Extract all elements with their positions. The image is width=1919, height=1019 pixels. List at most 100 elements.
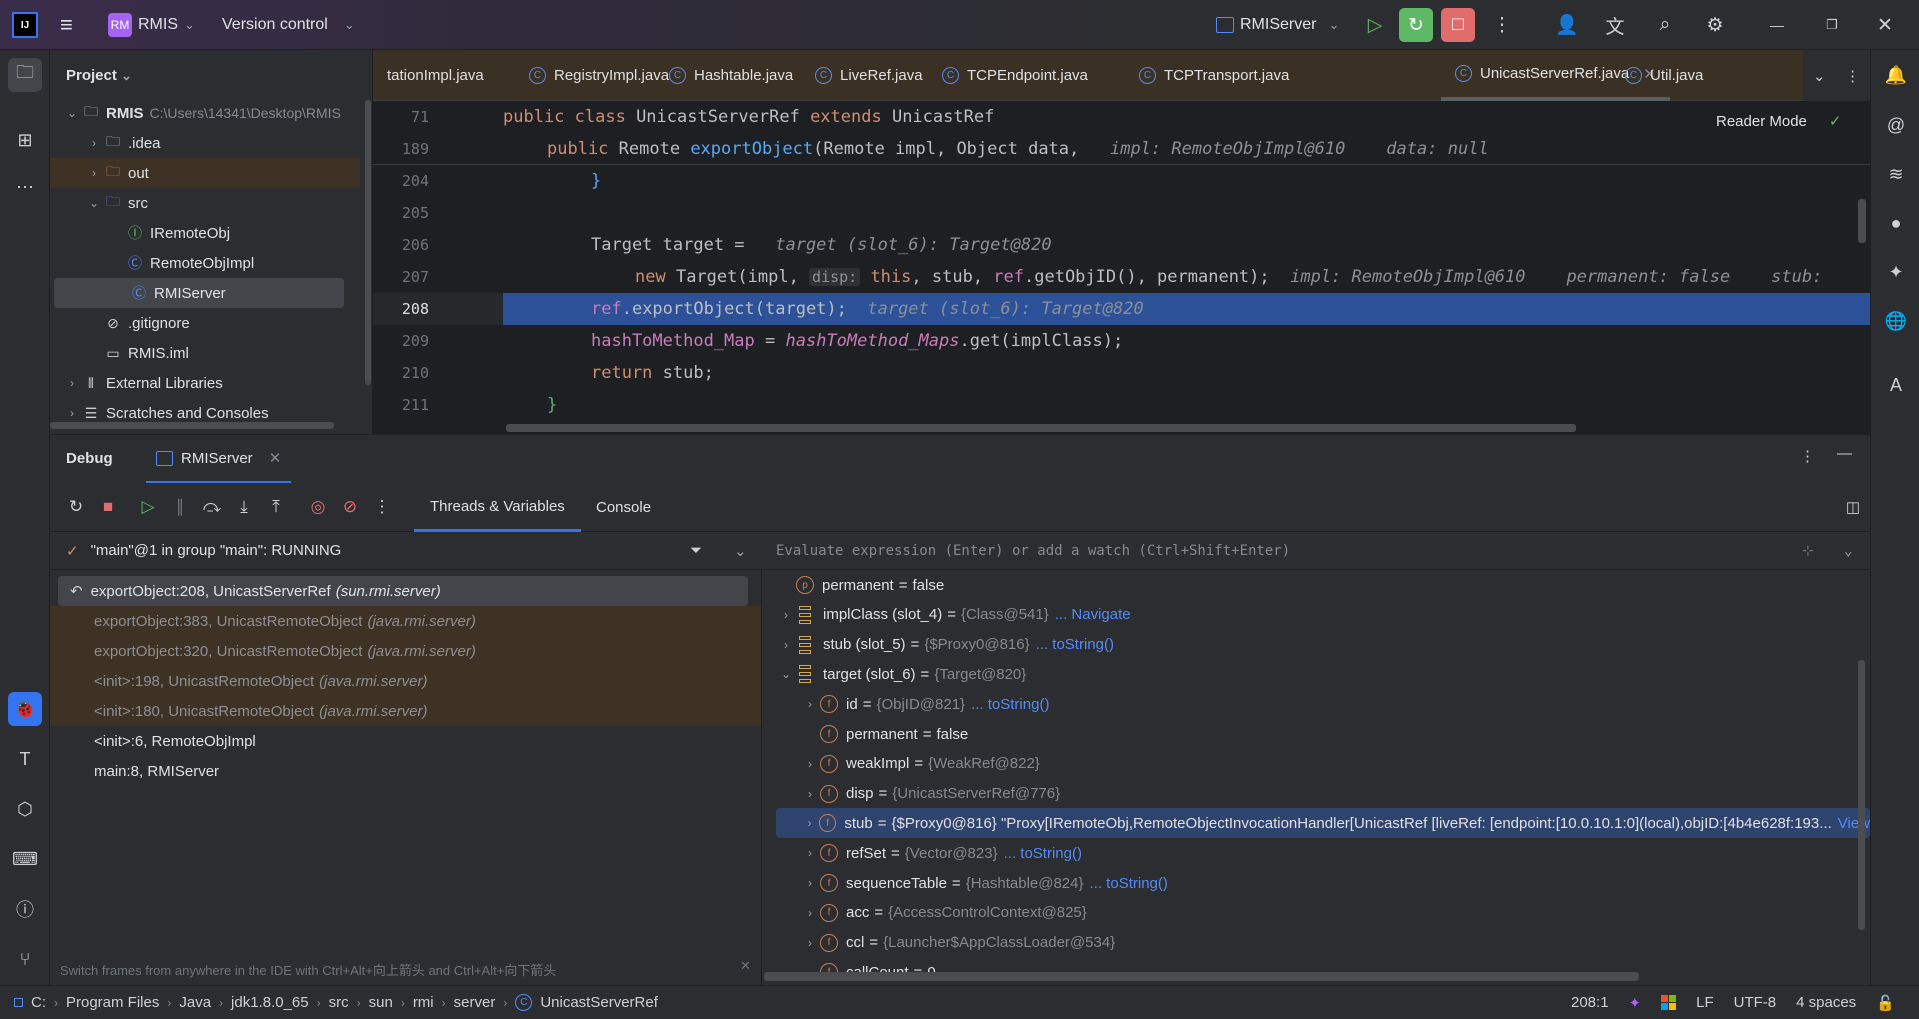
editor-tab[interactable]: C LiveRef.java [801,50,937,101]
mute-breakpoints-icon[interactable]: ⊘ [336,493,364,521]
windows-logo-icon[interactable] [1661,995,1677,1010]
project-switcher[interactable]: RM RMIS ⌄ [108,0,195,50]
debug-bug-icon[interactable]: 🐞 [8,692,42,726]
breadcrumb-item[interactable]: C: › [14,994,58,1011]
file-encoding[interactable]: UTF-8 [1734,994,1777,1011]
variable-link[interactable]: View [1838,815,1870,832]
stack-frame[interactable]: exportObject:320, UnicastRemoteObject (ja… [50,636,761,666]
step-into-icon[interactable]: ⤓ [230,493,258,521]
close-window-icon[interactable]: ✕ [1868,8,1902,42]
chevron-right-icon[interactable]: › [64,376,80,390]
chevron-right-icon[interactable]: › [800,846,820,860]
tree-item[interactable]: › ⫴ External Libraries [50,368,360,398]
project-hscrollbar[interactable] [50,422,334,429]
tree-item[interactable]: ▭ RMIS.iml [50,338,360,368]
hide-panel-icon[interactable]: — [1837,445,1852,462]
code-line[interactable]: 204} [373,165,1870,197]
tabs-more-icon[interactable]: ⋮ [1845,67,1860,85]
variable-row[interactable]: › f sequenceTable = {Hashtable@824} ... toStr… [762,868,1862,898]
build-hammer-icon[interactable]: T [8,742,42,776]
plugin-icon[interactable]: ✦ [1879,255,1913,289]
tree-item[interactable]: Ⓘ IRemoteObj [50,218,360,248]
editor-tab[interactable]: tationImpl.java [373,50,498,101]
run-config-selector[interactable]: RMIServer ⌄ [1216,0,1339,50]
git-icon[interactable]: ⑂ [8,942,42,976]
chevron-right-icon[interactable]: › [800,936,820,950]
code-line[interactable]: 71 public class UnicastServerRef extends … [373,101,1870,133]
tree-item[interactable]: › 🗀 out [50,158,360,188]
code-line[interactable]: 209 hashToMethod_Map = hashToMethod_Maps.… [373,325,1870,357]
plugin-status-icon[interactable]: ✦ [1629,994,1642,1012]
variable-row[interactable]: › f id = {ObjID@821} ... toString() [762,689,1862,719]
problems-icon[interactable]: ⓘ [8,892,42,926]
stop-button[interactable]: □ [1441,8,1475,42]
reader-mode-button[interactable]: Reader Mode [1716,113,1807,130]
editor-tab[interactable]: C TCPTransport.java [1125,50,1303,101]
variable-link[interactable]: ... toString() [971,696,1049,713]
variable-row[interactable]: › f refSet = {Vector@823} ... toString() [762,838,1862,868]
project-scrollbar[interactable] [365,100,371,385]
code-line[interactable]: 206 Target target = target (slot_6): Targ… [373,229,1870,261]
variable-row[interactable]: f permanent = false [762,719,1862,749]
editor-vscrollbar[interactable] [1858,199,1866,243]
breadcrumb-item[interactable]: Java › [179,994,223,1011]
variables-hscrollbar[interactable] [764,972,1639,981]
code-editor[interactable]: 71 public class UnicastServerRef extends … [373,101,1870,434]
variable-link[interactable]: ... Navigate [1055,606,1131,623]
debug-more-icon[interactable]: ⋮ [1800,447,1815,465]
chevron-down-icon[interactable]: ⌄ [86,196,102,210]
ai-assistant-spiral-icon[interactable]: @ [1879,108,1913,142]
breadcrumb-item[interactable]: server › [454,994,508,1011]
terminal-icon[interactable]: ⌨ [8,842,42,876]
main-menu-icon[interactable]: ≡ [60,0,73,50]
code-line[interactable]: 207 new Target(impl, disp: this, stub, re… [373,261,1870,293]
stack-frame[interactable]: <init>:180, UnicastRemoteObject (java.rmi… [50,696,761,726]
code-line[interactable]: 211} [373,389,1870,421]
view-breakpoints-icon[interactable]: ◎ [304,493,332,521]
chevron-right-icon[interactable]: › [800,816,819,830]
caret-position[interactable]: 208:1 [1571,994,1609,1011]
close-tab-icon[interactable]: ✕ [269,449,282,467]
breadcrumb-item[interactable]: rmi › [413,994,446,1011]
maximize-icon[interactable]: ❐ [1815,8,1849,42]
add-user-icon[interactable]: 👤 [1550,8,1584,42]
chevron-down-icon[interactable]: ⌄ [1844,543,1852,559]
stack-frame[interactable]: exportObject:383, UnicastRemoteObject (ja… [50,606,761,636]
database-icon[interactable]: ≋ [1879,157,1913,191]
read-only-lock-icon[interactable]: 🔓 [1876,994,1895,1012]
variable-row[interactable]: › f weakImpl = {WeakRef@822} [762,749,1862,779]
stop-icon[interactable]: ■ [94,493,122,521]
project-panel-title[interactable]: Project ⌄ [66,67,132,84]
services-icon[interactable]: ⬡ [8,792,42,826]
tab-console[interactable]: Console [580,483,667,532]
settings-gear-icon[interactable]: ⚙ [1698,8,1732,42]
more-icon[interactable]: ⋮ [1485,8,1519,42]
editor-hscrollbar[interactable] [506,424,1576,432]
chevron-right-icon[interactable]: › [776,638,796,652]
variable-row[interactable]: › f acc = {AccessControlContext@825} [762,898,1862,928]
current-execution-line[interactable]: 208 ref.exportObject(target); target (slo… [373,293,1870,325]
code-line[interactable]: 205 [373,197,1870,229]
tree-item[interactable]: Ⓒ RemoteObjImpl [50,248,360,278]
toolbar-more-icon[interactable]: ⋮ [368,493,396,521]
stack-frame[interactable]: ↶ exportObject:208, UnicastServerRef (sun.… [58,576,748,606]
tabs-dropdown-chevron-icon[interactable]: ⌄ [1813,67,1826,85]
chevron-right-icon[interactable]: › [86,136,102,150]
resume-program-icon[interactable]: ▷ [134,493,162,521]
tab-threads-variables[interactable]: Threads & Variables [414,483,581,532]
step-out-icon[interactable]: ⤒ [262,493,290,521]
tree-item[interactable]: ⌄ 🗀 RMIS C:\Users\14341\Desktop\RMIS [50,98,360,128]
line-ending[interactable]: LF [1696,994,1714,1011]
notifications-bell-icon[interactable]: 🔔 [1879,58,1913,92]
stack-frame[interactable]: main:8, RMIServer [50,756,761,786]
globe-icon[interactable]: 🌐 [1879,304,1913,338]
structure-icon[interactable]: ⊞ [8,123,42,157]
ninja-plugin-icon[interactable]: ● [1879,206,1913,240]
chevron-down-icon[interactable]: ⌄ [64,106,80,120]
chevron-right-icon[interactable]: › [800,906,820,920]
step-over-icon[interactable]: ⤼ [198,493,226,521]
resume-icon[interactable]: ▷ [1358,8,1392,42]
evaluate-expression-input[interactable]: Evaluate expression (Enter) or add a wat… [762,532,1870,570]
breadcrumb-item[interactable]: C UnicastServerRef [515,994,658,1011]
indent-setting[interactable]: 4 spaces [1796,994,1856,1011]
